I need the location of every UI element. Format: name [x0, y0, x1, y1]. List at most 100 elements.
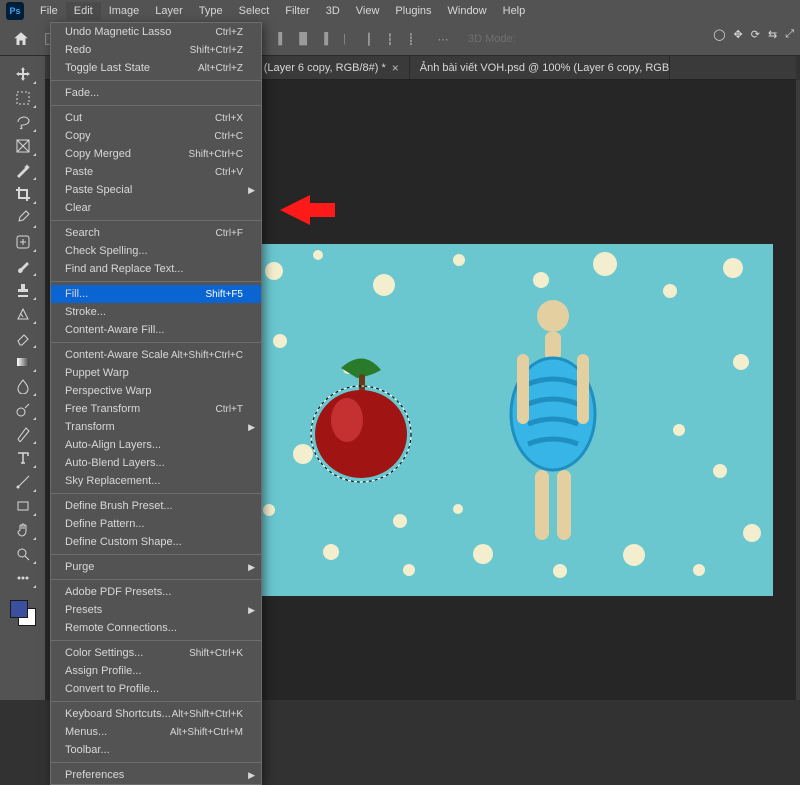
menuitem-convert-to-profile[interactable]: Convert to Profile... — [51, 680, 261, 698]
tool-lasso[interactable] — [8, 110, 38, 134]
menu-edit[interactable]: Edit — [66, 2, 101, 20]
menu-view[interactable]: View — [348, 2, 388, 20]
menuitem-adobe-pdf-presets[interactable]: Adobe PDF Presets... — [51, 583, 261, 601]
menu-image[interactable]: Image — [101, 2, 148, 20]
slide3d-icon[interactable]: ⇆ — [768, 28, 777, 41]
menuitem-content-aware-fill[interactable]: Content-Aware Fill... — [51, 321, 261, 339]
tool-stamp[interactable] — [8, 278, 38, 302]
menuitem-preferences[interactable]: Preferences▶ — [51, 766, 261, 784]
menuitem-stroke[interactable]: Stroke... — [51, 303, 261, 321]
home-icon[interactable] — [10, 28, 32, 50]
shortcut: Alt+Shift+Ctrl+C — [171, 350, 243, 361]
dist-2-icon[interactable]: ┇ — [381, 30, 399, 48]
menuitem-puppet-warp[interactable]: Puppet Warp — [51, 364, 261, 382]
tool-gradient[interactable] — [8, 350, 38, 374]
fg-color[interactable] — [10, 600, 28, 618]
menuitem-keyboard-shortcuts[interactable]: Keyboard Shortcuts...Alt+Shift+Ctrl+K — [51, 705, 261, 723]
menuitem-transform[interactable]: Transform▶ — [51, 418, 261, 436]
menuitem-define-brush-preset[interactable]: Define Brush Preset... — [51, 497, 261, 515]
menuitem-sky-replacement[interactable]: Sky Replacement... — [51, 472, 261, 490]
menuitem-redo[interactable]: RedoShift+Ctrl+Z — [51, 41, 261, 59]
menuitem-clear[interactable]: Clear — [51, 199, 261, 217]
menu-window[interactable]: Window — [440, 2, 495, 20]
menuitem-find-and-replace-text[interactable]: Find and Replace Text... — [51, 260, 261, 278]
menuitem-undo-magnetic-lasso[interactable]: Undo Magnetic LassoCtrl+Z — [51, 23, 261, 41]
menuitem-purge[interactable]: Purge▶ — [51, 558, 261, 576]
pan3d-icon[interactable]: ✥ — [734, 28, 743, 41]
tool-wand[interactable] — [8, 158, 38, 182]
tool-heal[interactable] — [8, 230, 38, 254]
tool-eraser[interactable] — [8, 326, 38, 350]
apple-selection — [303, 354, 423, 484]
menuitem-paste-special[interactable]: Paste Special▶ — [51, 181, 261, 199]
menuitem-label: Free Transform — [65, 403, 140, 415]
distribute-group: ┃ ┇ ┋ — [360, 30, 420, 48]
menuitem-define-pattern[interactable]: Define Pattern... — [51, 515, 261, 533]
menu-layer[interactable]: Layer — [147, 2, 191, 20]
orbit-icon[interactable]: ◯ — [713, 28, 725, 41]
menu-file[interactable]: File — [32, 2, 66, 20]
rotate3d-icon[interactable]: ⟳ — [751, 28, 760, 41]
menu-select[interactable]: Select — [231, 2, 278, 20]
dist-3-icon[interactable]: ┋ — [402, 30, 420, 48]
tool-pen[interactable] — [8, 422, 38, 446]
tool-eyedropper[interactable] — [8, 206, 38, 230]
menuitem-label: Auto-Blend Layers... — [65, 457, 165, 469]
edit-menu-dropdown: Undo Magnetic LassoCtrl+ZRedoShift+Ctrl+… — [50, 22, 262, 785]
tool-blur[interactable] — [8, 374, 38, 398]
menu-3d[interactable]: 3D — [318, 2, 348, 20]
tool-history[interactable] — [8, 302, 38, 326]
menuitem-check-spelling[interactable]: Check Spelling... — [51, 242, 261, 260]
menuitem-copy[interactable]: CopyCtrl+C — [51, 127, 261, 145]
tool-marquee[interactable] — [8, 86, 38, 110]
menuitem-label: Fill... — [65, 288, 88, 300]
menuitem-presets[interactable]: Presets▶ — [51, 601, 261, 619]
menuitem-free-transform[interactable]: Free TransformCtrl+T — [51, 400, 261, 418]
menuitem-search[interactable]: SearchCtrl+F — [51, 224, 261, 242]
menuitem-content-aware-scale[interactable]: Content-Aware ScaleAlt+Shift+Ctrl+C — [51, 346, 261, 364]
tool-zoom[interactable] — [8, 542, 38, 566]
menuitem-cut[interactable]: CutCtrl+X — [51, 109, 261, 127]
close-icon[interactable]: × — [392, 61, 399, 75]
menu-type[interactable]: Type — [191, 2, 231, 20]
scale3d-icon[interactable]: ⤢ — [785, 28, 794, 41]
dist-1-icon[interactable]: ┃ — [360, 30, 378, 48]
shortcut: Ctrl+V — [215, 167, 243, 178]
tool-path[interactable] — [8, 470, 38, 494]
color-swatches[interactable] — [8, 598, 38, 628]
menubar: Ps FileEditImageLayerTypeSelectFilter3DV… — [0, 0, 800, 22]
shortcut: Ctrl+X — [215, 113, 243, 124]
tool-dodge[interactable] — [8, 398, 38, 422]
menuitem-perspective-warp[interactable]: Perspective Warp — [51, 382, 261, 400]
menu-filter[interactable]: Filter — [277, 2, 317, 20]
menuitem-label: Toolbar... — [65, 744, 110, 756]
menuitem-copy-merged[interactable]: Copy MergedShift+Ctrl+C — [51, 145, 261, 163]
align-hcenter-icon[interactable]: █ — [294, 30, 312, 48]
submenu-arrow-icon: ▶ — [248, 422, 255, 433]
tool-more[interactable] — [8, 566, 38, 590]
tool-move[interactable] — [8, 62, 38, 86]
menuitem-paste[interactable]: Paste Ctrl+V — [51, 163, 261, 181]
menuitem-color-settings[interactable]: Color Settings...Shift+Ctrl+K — [51, 644, 261, 662]
align-left-icon[interactable]: ▌ — [273, 30, 291, 48]
menu-plugins[interactable]: Plugins — [387, 2, 439, 20]
menuitem-remote-connections[interactable]: Remote Connections... — [51, 619, 261, 637]
tool-crop[interactable] — [8, 182, 38, 206]
menu-separator — [51, 281, 261, 282]
tool-type[interactable] — [8, 446, 38, 470]
tool-frame[interactable] — [8, 134, 38, 158]
more-align-icon[interactable]: ⋯ — [434, 30, 452, 48]
menuitem-fill[interactable]: Fill...Shift+F5 — [51, 285, 261, 303]
menu-help[interactable]: Help — [495, 2, 534, 20]
right-panel-rail[interactable] — [796, 80, 800, 700]
menuitem-label: Paste — [65, 166, 93, 178]
menuitem-toolbar[interactable]: Toolbar... — [51, 741, 261, 759]
menuitem-assign-profile[interactable]: Assign Profile... — [51, 662, 261, 680]
menuitem-toggle-last-state[interactable]: Toggle Last StateAlt+Ctrl+Z — [51, 59, 261, 77]
tool-rect[interactable] — [8, 494, 38, 518]
align-right-icon[interactable]: ▐ — [315, 30, 333, 48]
document-tab[interactable]: Ảnh bài viết VOH.psd @ 100% (Layer 6 cop… — [410, 56, 670, 79]
tool-hand[interactable] — [8, 518, 38, 542]
menuitem-menus[interactable]: Menus...Alt+Shift+Ctrl+M — [51, 723, 261, 741]
tool-brush[interactable] — [8, 254, 38, 278]
